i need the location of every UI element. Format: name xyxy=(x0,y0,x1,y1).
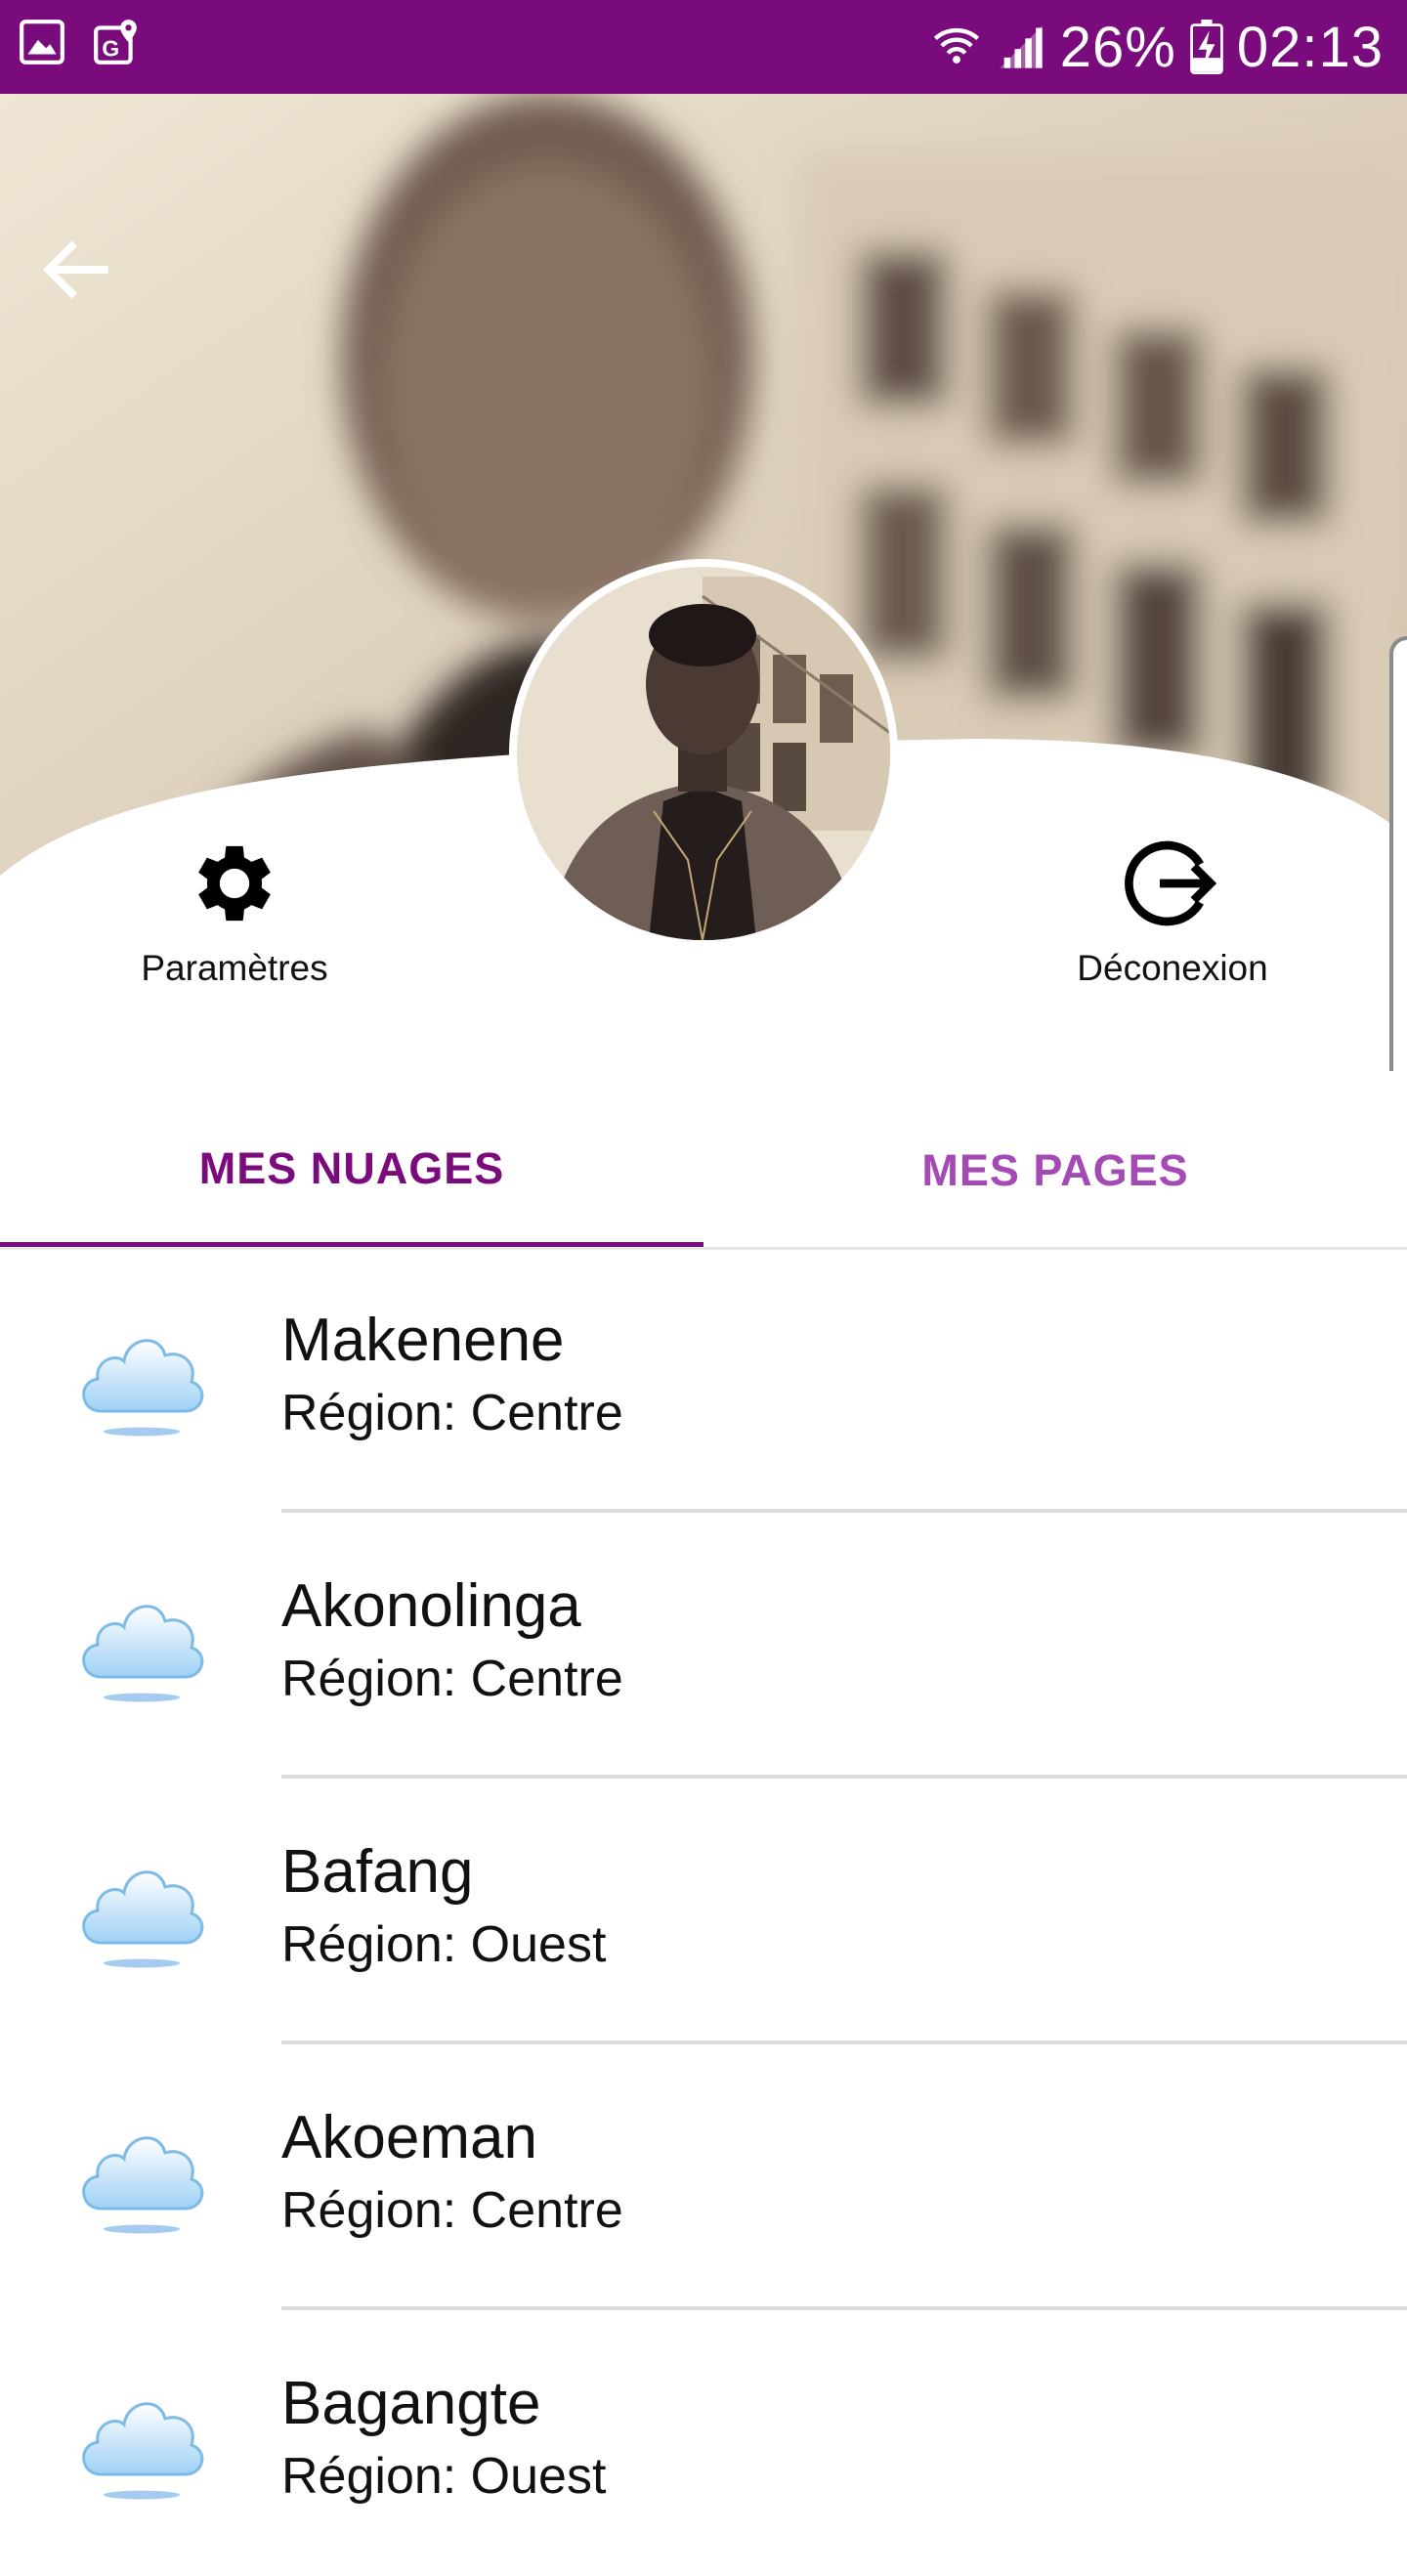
tab-mes-nuages[interactable]: MES NUAGES xyxy=(0,1095,704,1247)
cloud-icon xyxy=(82,1870,204,1968)
gear-icon xyxy=(198,845,271,922)
cloud-icon xyxy=(82,2402,204,2500)
cloud-region: Région: Ouest xyxy=(281,2448,607,2505)
list-item[interactable]: Akoeman Région: Centre xyxy=(0,2044,1407,2310)
battery-charging-icon xyxy=(1190,20,1223,74)
svg-text:G: G xyxy=(102,36,119,62)
tab-mes-pages[interactable]: MES PAGES xyxy=(704,1095,1407,1247)
list-item[interactable]: Akonolinga Région: Centre xyxy=(0,1513,1407,1779)
list-item[interactable]: Bagangte Région: Ouest xyxy=(0,2310,1407,2576)
cloud-list: Makenene Région: Centre Akonolinga Régio… xyxy=(0,1247,1407,2576)
cloud-name: Bagangte xyxy=(281,2370,541,2437)
cloud-name: Akonolinga xyxy=(281,1572,581,1640)
settings-button[interactable]: Paramètres xyxy=(88,833,381,989)
wifi-icon xyxy=(933,27,979,64)
profile-avatar[interactable] xyxy=(509,559,898,948)
cloud-name: Makenene xyxy=(281,1307,565,1374)
cloud-region: Région: Centre xyxy=(281,1385,623,1441)
cloud-name: Akoeman xyxy=(281,2104,537,2171)
logout-button[interactable]: Déconexion xyxy=(1026,833,1319,989)
cloud-name: Bafang xyxy=(281,1838,474,1906)
status-bar: G 26% 02:13 xyxy=(0,0,1407,94)
maps-icon: G xyxy=(94,20,137,64)
clock: 02:13 xyxy=(1236,15,1384,79)
list-item[interactable]: Bafang Région: Ouest xyxy=(0,1779,1407,2044)
signal-icon xyxy=(1000,25,1043,68)
gallery-icon xyxy=(20,20,64,64)
avatar-photo xyxy=(517,567,890,940)
battery-percent: 26% xyxy=(1059,15,1176,79)
settings-label: Paramètres xyxy=(141,948,328,988)
cloud-icon xyxy=(82,1339,204,1437)
cloud-region: Région: Centre xyxy=(281,2182,623,2239)
logout-icon xyxy=(1125,840,1217,926)
list-item[interactable]: Makenene Région: Centre xyxy=(0,1247,1407,1513)
cloud-icon xyxy=(82,1605,204,1702)
cloud-icon xyxy=(82,2136,204,2234)
logout-label: Déconexion xyxy=(1077,948,1268,988)
cloud-region: Région: Centre xyxy=(281,1651,623,1707)
tab-bar: MES NUAGES MES PAGES xyxy=(0,1095,1407,1250)
cloud-region: Région: Ouest xyxy=(281,1916,607,1973)
edge-panel-handle[interactable] xyxy=(1389,636,1407,1071)
arrow-left-icon[interactable] xyxy=(33,225,123,315)
